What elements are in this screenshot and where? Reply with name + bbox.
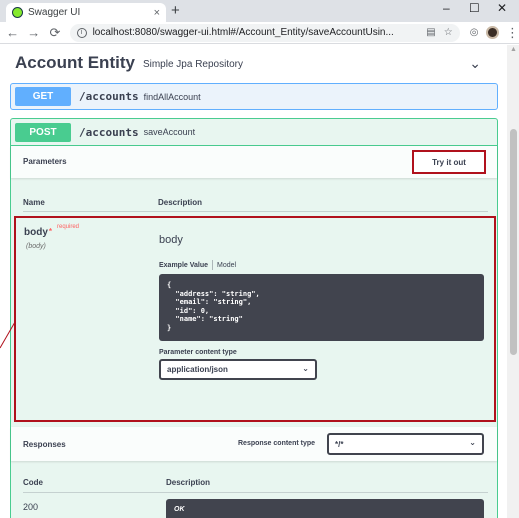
responses-header: Responses Response content type */* ⌄: [11, 427, 497, 461]
example-value-code[interactable]: { "address": "string", "email": "string"…: [159, 274, 484, 341]
response-description-column-header: Description: [166, 478, 211, 487]
param-in: (body): [26, 243, 46, 250]
parameter-content-type-label: Parameter content type: [159, 349, 237, 356]
tab-example-value[interactable]: Example Value: [159, 262, 208, 269]
parameters-title: Parameters: [23, 157, 67, 166]
get-summary: findAllAccount: [143, 91, 201, 102]
response-description: OK: [166, 499, 484, 518]
get-method-badge: GET: [15, 87, 71, 106]
responses-divider: [23, 492, 488, 493]
site-info-icon[interactable]: i: [76, 27, 87, 38]
minimize-button[interactable]: –: [443, 1, 450, 15]
post-method-badge: POST: [15, 122, 71, 142]
example-model-tabs: Example Value Model: [159, 260, 236, 270]
response-content-type-value: */*: [335, 439, 344, 449]
post-summary: saveAccount: [143, 127, 196, 137]
new-tab-button[interactable]: +: [171, 2, 180, 19]
profile-avatar[interactable]: [486, 26, 500, 39]
scroll-up-icon[interactable]: ▲: [510, 46, 517, 53]
parameter-content-type-value: application/json: [167, 365, 228, 374]
param-description: body: [159, 234, 183, 246]
swagger-favicon-icon: [12, 7, 23, 18]
forward-button[interactable]: →: [25, 25, 42, 40]
chevron-down-icon: ⌄: [469, 438, 476, 447]
tab-separator: [212, 260, 214, 270]
param-name: body*: [24, 227, 53, 238]
swagger-page: Account Entity Simple Jpa Repository ⌄ G…: [0, 45, 507, 518]
try-it-out-button[interactable]: Try it out: [412, 150, 486, 174]
tab-bar: Swagger UI × + – ☐ ✕: [0, 0, 519, 22]
name-column-header: Name: [23, 198, 45, 207]
browser-menu-icon[interactable]: ⋮: [506, 25, 519, 41]
tab-close-icon[interactable]: ×: [154, 7, 160, 19]
code-column-header: Code: [23, 478, 43, 487]
body-parameter-row: body* required (body) body Example Value…: [14, 216, 496, 422]
post-accounts-operation: POST /accounts saveAccount Parameters Tr…: [10, 118, 498, 518]
post-operation-header[interactable]: POST /accounts saveAccount: [11, 119, 497, 146]
browser-toolbar: ← → ⟳ i localhost:8080/swagger-ui.html#/…: [0, 22, 519, 44]
translate-icon[interactable]: ▤: [426, 27, 435, 38]
post-path: /accounts: [79, 125, 139, 139]
section-description: Simple Jpa Repository: [142, 59, 243, 70]
get-path: /accounts: [79, 90, 139, 103]
parameters-header: Parameters Try it out: [11, 146, 497, 178]
response-content-type-select[interactable]: */* ⌄: [327, 433, 484, 455]
section-title: Account Entity: [15, 53, 135, 72]
get-accounts-operation[interactable]: GET /accounts findAllAccount: [10, 83, 498, 110]
parameter-content-type-select[interactable]: application/json ⌄: [159, 359, 317, 380]
scrollbar-thumb[interactable]: [510, 129, 517, 355]
maximize-button[interactable]: ☐: [469, 1, 480, 15]
address-bar[interactable]: i localhost:8080/swagger-ui.html#/Accoun…: [69, 23, 460, 42]
response-code: 200: [23, 502, 39, 512]
page-scrollbar[interactable]: ▲: [507, 45, 519, 518]
extension-icon[interactable]: ◎: [470, 27, 479, 38]
close-window-button[interactable]: ✕: [497, 1, 507, 15]
header-divider: [23, 211, 488, 212]
chevron-down-icon: ⌄: [302, 364, 309, 373]
required-star: *: [48, 227, 53, 236]
response-content-type-label: Response content type: [238, 440, 316, 447]
required-label: required: [57, 224, 80, 230]
back-button[interactable]: ←: [4, 25, 21, 40]
reload-button[interactable]: ⟳: [46, 25, 63, 41]
description-column-header: Description: [158, 198, 203, 207]
tab-model[interactable]: Model: [217, 262, 236, 269]
browser-tab[interactable]: Swagger UI ×: [6, 3, 166, 22]
url-text[interactable]: localhost:8080/swagger-ui.html#/Account_…: [93, 27, 419, 38]
tab-title: Swagger UI: [28, 7, 81, 18]
tag-section-header[interactable]: Account Entity Simple Jpa Repository ⌄: [15, 49, 485, 77]
chevron-down-icon[interactable]: ⌄: [469, 55, 481, 72]
responses-title: Responses: [23, 440, 66, 449]
bookmark-star-icon[interactable]: ☆: [444, 27, 453, 38]
annotation-line: [0, 321, 16, 349]
